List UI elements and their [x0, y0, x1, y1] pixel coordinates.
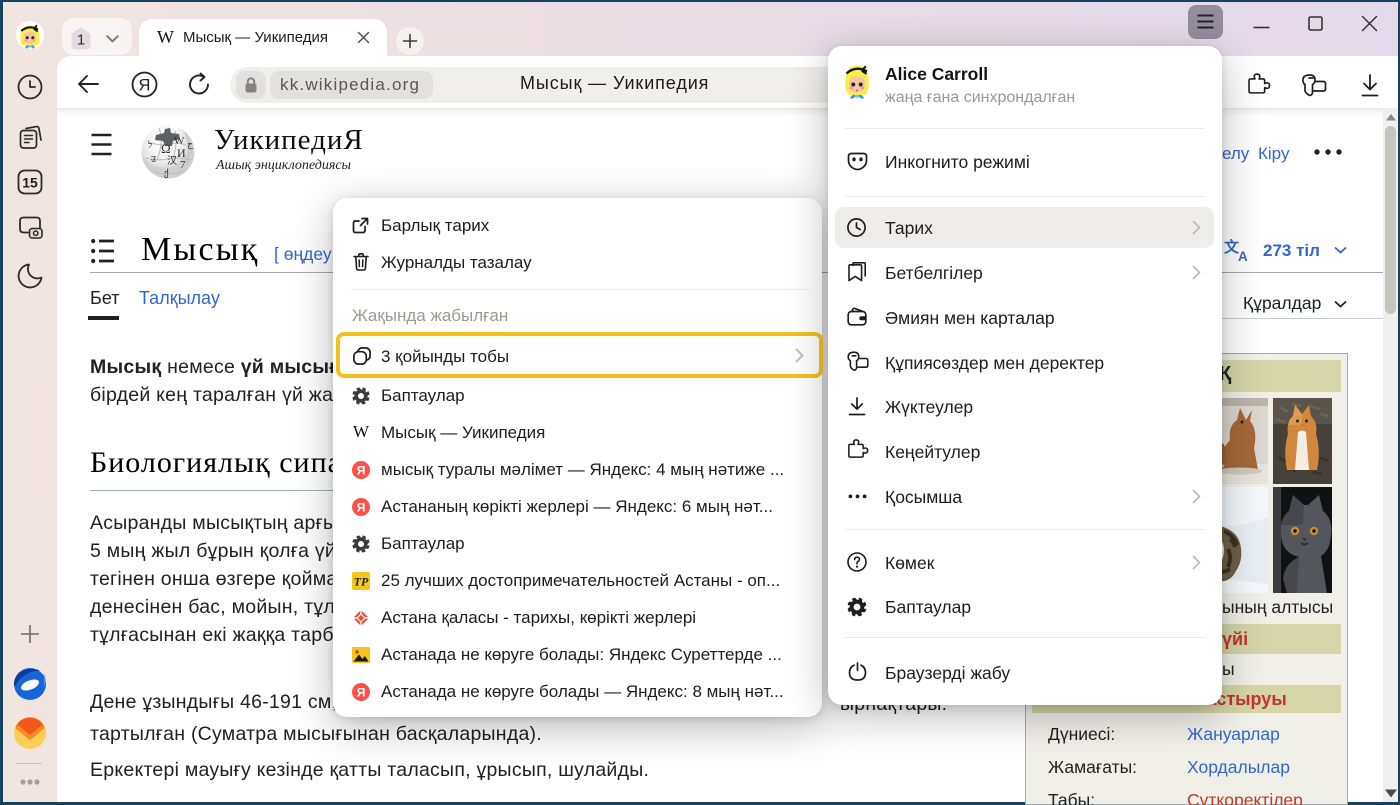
svg-text:Я: Я	[139, 77, 151, 95]
svg-text:Ω: Ω	[161, 141, 171, 156]
svg-text:7: 7	[180, 159, 186, 171]
svg-text:Я: Я	[357, 463, 366, 477]
svg-text:ל: ל	[147, 140, 152, 150]
svg-text:15: 15	[22, 175, 38, 191]
svg-text:汉: 汉	[167, 155, 177, 167]
svg-text:ქ: ქ	[164, 168, 169, 179]
svg-text:Я: Я	[357, 500, 366, 514]
svg-text:Я: Я	[357, 685, 366, 699]
svg-text:И: И	[177, 146, 186, 160]
svg-text:1: 1	[77, 32, 85, 49]
svg-text:TP: TP	[354, 575, 369, 589]
svg-text:ج: ج	[187, 139, 193, 150]
svg-text:A: A	[1238, 249, 1248, 263]
